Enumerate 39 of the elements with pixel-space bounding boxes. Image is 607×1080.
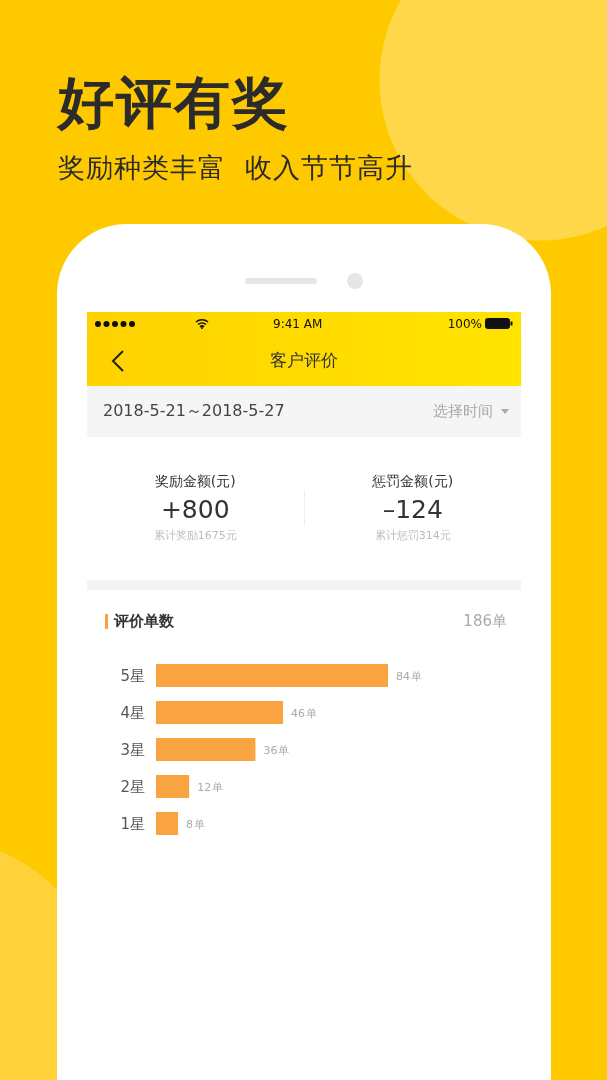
signal-icon: [95, 320, 137, 327]
bar-value-label: 12: [197, 780, 212, 794]
time-picker-button[interactable]: 选择时间: [433, 401, 509, 421]
camera-dot: [347, 272, 363, 289]
unit-label: 单: [278, 743, 290, 757]
caret-icon: [501, 408, 509, 414]
axis-label: 5星: [120, 666, 145, 685]
bar: [156, 811, 179, 835]
headline: 好评有奖: [58, 72, 291, 134]
stat-label: 惩罚金额(元): [372, 473, 454, 492]
battery-percent: 100%: [447, 316, 482, 331]
stat-label: 奖励金额(元): [154, 473, 236, 492]
battery-icon: [485, 318, 513, 330]
axis-label: 1星: [120, 814, 145, 833]
bar: [156, 774, 190, 798]
bar-value-label: 8: [186, 817, 194, 831]
bar-value-label: 84: [396, 669, 410, 683]
axis-label: 4星: [120, 703, 145, 722]
bar-value-label: 46: [291, 706, 306, 720]
stat-value: +800: [160, 495, 230, 525]
wifi-icon: [195, 318, 209, 330]
unit-label: 单: [306, 706, 318, 720]
subheadline: 奖励种类丰富 收入节节高升: [58, 150, 415, 185]
back-icon[interactable]: [111, 348, 125, 373]
stat-value: –124: [382, 495, 443, 525]
total-count: 186单: [463, 611, 507, 631]
unit-label: 单: [194, 817, 206, 831]
bar-value-label: 36: [263, 743, 278, 757]
status-time: 9:41 AM: [273, 316, 323, 331]
section-title: 评价单数: [105, 613, 174, 629]
unit-label: 单: [411, 669, 422, 683]
unit-label: 单: [212, 780, 224, 794]
axis-label: 3星: [120, 740, 145, 759]
stat-note: 累计惩罚314元: [374, 528, 451, 544]
stat-note: 累计奖励1675元: [153, 528, 237, 544]
axis-label: 2星: [120, 777, 145, 796]
speaker-slot: [245, 277, 317, 284]
date-range: 2018-5-21～2018-5-27: [103, 400, 285, 422]
page-title: 客户评价: [270, 349, 338, 373]
